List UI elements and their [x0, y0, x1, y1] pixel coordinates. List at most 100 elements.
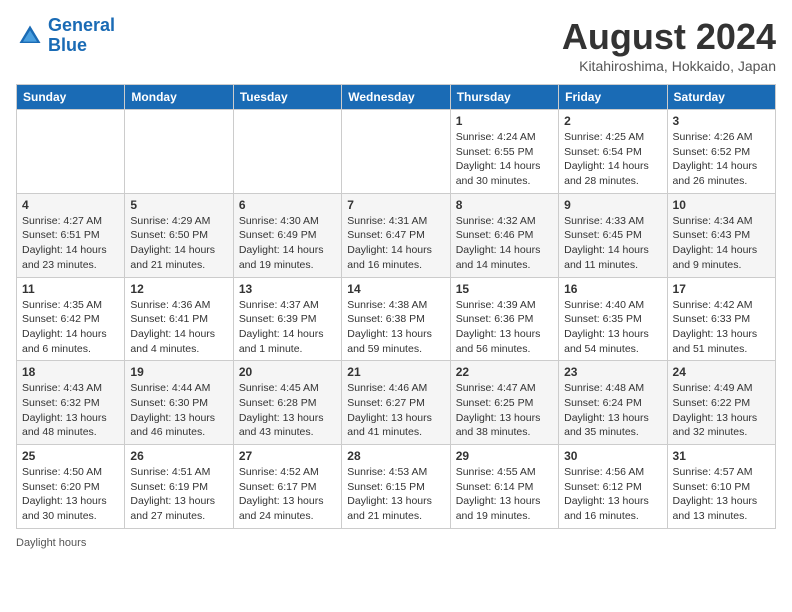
- day-cell-18: 15Sunrise: 4:39 AM Sunset: 6:36 PM Dayli…: [450, 277, 558, 361]
- day-number: 28: [347, 449, 444, 463]
- col-header-tuesday: Tuesday: [233, 85, 341, 110]
- day-cell-32: 29 Sunrise: 4:55 AM Sunset: 6:14 PM Dayli…: [450, 445, 558, 529]
- day-info: Sunrise: 4:27 AM Sunset: 6:51 PM Dayligh…: [22, 214, 119, 273]
- day-number: 2: [564, 114, 661, 128]
- day-info: Sunrise: 4:56 AM Sunset: 6:12 PM Dayligh…: [564, 465, 661, 524]
- day-cell-13: 10 Sunrise: 4:34 AM Sunset: 6:43 PM Dayli…: [667, 193, 775, 277]
- day-cell-25: 22 Sunrise: 4:47 AM Sunset: 6:25 PM Dayli…: [450, 361, 558, 445]
- day-number: 10: [673, 198, 770, 212]
- day-number: 20: [239, 365, 336, 379]
- day-number: 7: [347, 198, 444, 212]
- col-header-thursday: Thursday: [450, 85, 558, 110]
- day-cell-15: 12 Sunrise: 4:36 AM Sunset: 6:41 PM Dayli…: [125, 277, 233, 361]
- day-info: Sunrise: 4:46 AM Sunset: 6:27 PM Dayligh…: [347, 381, 444, 440]
- day-info: Sunrise: 4:45 AM Sunset: 6:28 PM Dayligh…: [239, 381, 336, 440]
- day-number: 22: [456, 365, 553, 379]
- day-info: Sunrise: 4:39 AM Sunset: 6:36 PM Dayligh…: [456, 298, 553, 357]
- day-number: 4: [22, 198, 119, 212]
- day-cell-8: 5Sunrise: 4:29 AM Sunset: 6:50 PM Daylig…: [125, 193, 233, 277]
- day-cell-7: 4 Sunrise: 4:27 AM Sunset: 6:51 PM Daylig…: [17, 193, 125, 277]
- week-row-4: 18 Sunrise: 4:43 AM Sunset: 6:32 PM Dayli…: [17, 361, 776, 445]
- day-cell-5: 2Sunrise: 4:25 AM Sunset: 6:54 PM Daylig…: [559, 110, 667, 194]
- day-cell-12: 9 Sunrise: 4:33 AM Sunset: 6:45 PM Daylig…: [559, 193, 667, 277]
- day-number: 12: [130, 282, 227, 296]
- day-number: 21: [347, 365, 444, 379]
- calendar-header: SundayMondayTuesdayWednesdayThursdayFrid…: [17, 85, 776, 110]
- day-number: 1: [456, 114, 553, 128]
- day-number: 14: [347, 282, 444, 296]
- week-row-5: 25 Sunrise: 4:50 AM Sunset: 6:20 PM Dayli…: [17, 445, 776, 529]
- day-cell-33: 30 Sunrise: 4:56 AM Sunset: 6:12 PM Dayli…: [559, 445, 667, 529]
- day-info: Sunrise: 4:36 AM Sunset: 6:41 PM Dayligh…: [130, 298, 227, 357]
- title-block: August 2024 Kitahiroshima, Hokkaido, Jap…: [562, 16, 776, 74]
- day-cell-27: 24Sunrise: 4:49 AM Sunset: 6:22 PM Dayli…: [667, 361, 775, 445]
- day-info: Sunrise: 4:30 AM Sunset: 6:49 PM Dayligh…: [239, 214, 336, 273]
- day-cell-9: 6 Sunrise: 4:30 AM Sunset: 6:49 PM Daylig…: [233, 193, 341, 277]
- day-number: 9: [564, 198, 661, 212]
- day-info: Sunrise: 4:29 AM Sunset: 6:50 PM Dayligh…: [130, 214, 227, 273]
- day-cell-21: 18 Sunrise: 4:43 AM Sunset: 6:32 PM Dayli…: [17, 361, 125, 445]
- day-info: Sunrise: 4:57 AM Sunset: 6:10 PM Dayligh…: [673, 465, 770, 524]
- day-number: 13: [239, 282, 336, 296]
- day-cell-16: 13 Sunrise: 4:37 AM Sunset: 6:39 PM Dayli…: [233, 277, 341, 361]
- logo-text: General Blue: [48, 16, 115, 56]
- day-cell-31: 28Sunrise: 4:53 AM Sunset: 6:15 PM Dayli…: [342, 445, 450, 529]
- day-info: Sunrise: 4:35 AM Sunset: 6:42 PM Dayligh…: [22, 298, 119, 357]
- day-info: Sunrise: 4:47 AM Sunset: 6:25 PM Dayligh…: [456, 381, 553, 440]
- day-number: 23: [564, 365, 661, 379]
- day-info: Sunrise: 4:42 AM Sunset: 6:33 PM Dayligh…: [673, 298, 770, 357]
- logo: General Blue: [16, 16, 115, 56]
- day-number: 25: [22, 449, 119, 463]
- day-cell-3: [342, 110, 450, 194]
- day-number: 24: [673, 365, 770, 379]
- day-cell-19: 16 Sunrise: 4:40 AM Sunset: 6:35 PM Dayli…: [559, 277, 667, 361]
- day-info: Sunrise: 4:32 AM Sunset: 6:46 PM Dayligh…: [456, 214, 553, 273]
- day-number: 31: [673, 449, 770, 463]
- day-info: Sunrise: 4:43 AM Sunset: 6:32 PM Dayligh…: [22, 381, 119, 440]
- day-info: Sunrise: 4:48 AM Sunset: 6:24 PM Dayligh…: [564, 381, 661, 440]
- day-info: Sunrise: 4:40 AM Sunset: 6:35 PM Dayligh…: [564, 298, 661, 357]
- col-header-saturday: Saturday: [667, 85, 775, 110]
- day-number: 29: [456, 449, 553, 463]
- col-header-wednesday: Wednesday: [342, 85, 450, 110]
- day-info: Sunrise: 4:24 AM Sunset: 6:55 PM Dayligh…: [456, 130, 553, 189]
- week-row-2: 4 Sunrise: 4:27 AM Sunset: 6:51 PM Daylig…: [17, 193, 776, 277]
- day-number: 6: [239, 198, 336, 212]
- day-info: Sunrise: 4:38 AM Sunset: 6:38 PM Dayligh…: [347, 298, 444, 357]
- day-number: 8: [456, 198, 553, 212]
- footer: Daylight hours: [16, 537, 776, 549]
- day-number: 3: [673, 114, 770, 128]
- day-cell-17: 14 Sunrise: 4:38 AM Sunset: 6:38 PM Dayli…: [342, 277, 450, 361]
- day-cell-23: 20 Sunrise: 4:45 AM Sunset: 6:28 PM Dayli…: [233, 361, 341, 445]
- week-row-1: 1 Sunrise: 4:24 AM Sunset: 6:55 PM Daylig…: [17, 110, 776, 194]
- day-cell-28: 25 Sunrise: 4:50 AM Sunset: 6:20 PM Dayli…: [17, 445, 125, 529]
- col-header-friday: Friday: [559, 85, 667, 110]
- header-row: SundayMondayTuesdayWednesdayThursdayFrid…: [17, 85, 776, 110]
- day-cell-14: 11 Sunrise: 4:35 AM Sunset: 6:42 PM Dayli…: [17, 277, 125, 361]
- location-subtitle: Kitahiroshima, Hokkaido, Japan: [562, 58, 776, 74]
- day-info: Sunrise: 4:33 AM Sunset: 6:45 PM Dayligh…: [564, 214, 661, 273]
- day-number: 11: [22, 282, 119, 296]
- calendar-body: 1 Sunrise: 4:24 AM Sunset: 6:55 PM Daylig…: [17, 110, 776, 529]
- day-info: Sunrise: 4:55 AM Sunset: 6:14 PM Dayligh…: [456, 465, 553, 524]
- day-info: Sunrise: 4:52 AM Sunset: 6:17 PM Dayligh…: [239, 465, 336, 524]
- day-number: 17: [673, 282, 770, 296]
- day-info: Sunrise: 4:37 AM Sunset: 6:39 PM Dayligh…: [239, 298, 336, 357]
- day-cell-2: [233, 110, 341, 194]
- day-number: 18: [22, 365, 119, 379]
- logo-line1: General: [48, 15, 115, 35]
- day-cell-11: 8 Sunrise: 4:32 AM Sunset: 6:46 PM Daylig…: [450, 193, 558, 277]
- day-cell-34: 31 Sunrise: 4:57 AM Sunset: 6:10 PM Dayli…: [667, 445, 775, 529]
- day-number: 27: [239, 449, 336, 463]
- day-info: Sunrise: 4:31 AM Sunset: 6:47 PM Dayligh…: [347, 214, 444, 273]
- week-row-3: 11 Sunrise: 4:35 AM Sunset: 6:42 PM Dayli…: [17, 277, 776, 361]
- day-cell-20: 17 Sunrise: 4:42 AM Sunset: 6:33 PM Dayli…: [667, 277, 775, 361]
- day-info: Sunrise: 4:44 AM Sunset: 6:30 PM Dayligh…: [130, 381, 227, 440]
- logo-line2: Blue: [48, 35, 87, 55]
- day-number: 16: [564, 282, 661, 296]
- day-number: 30: [564, 449, 661, 463]
- day-info: Sunrise: 4:34 AM Sunset: 6:43 PM Dayligh…: [673, 214, 770, 273]
- footer-text: Daylight hours: [16, 537, 86, 549]
- day-cell-0: [17, 110, 125, 194]
- day-info: Sunrise: 4:50 AM Sunset: 6:20 PM Dayligh…: [22, 465, 119, 524]
